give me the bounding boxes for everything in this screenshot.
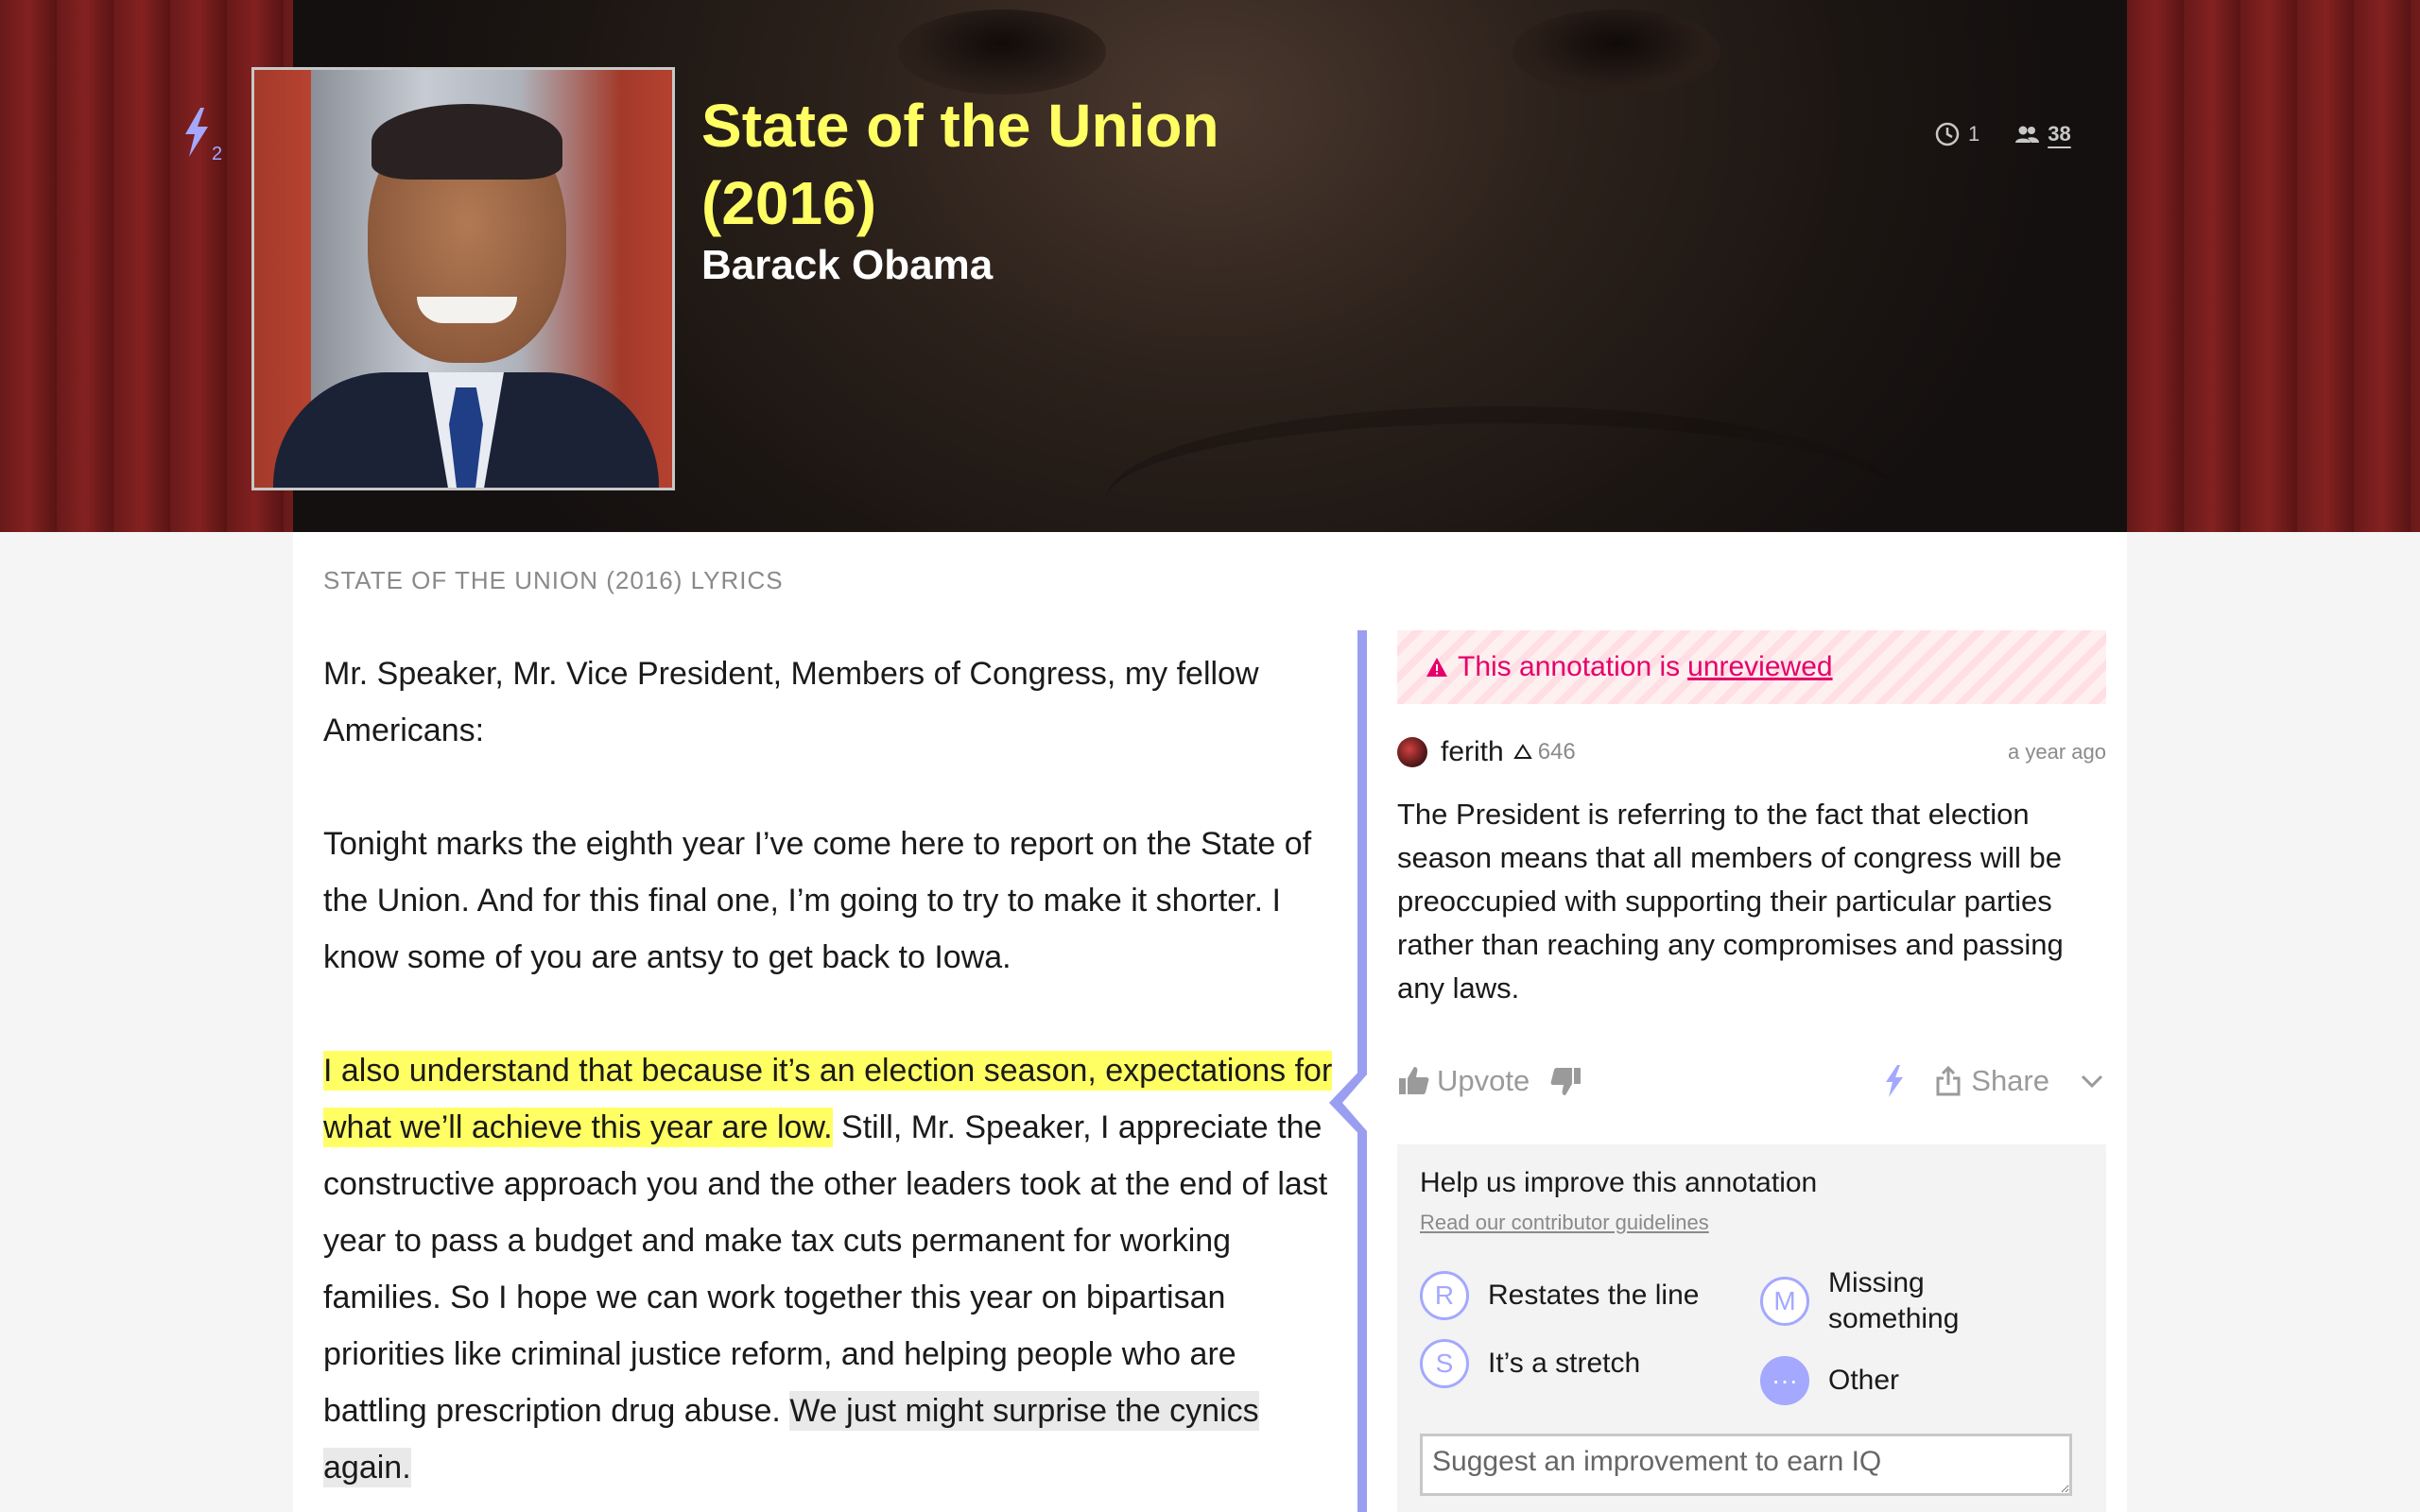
annotation-author-row: ferith 646 a year ago [1397, 725, 2106, 780]
lyrics-paragraph: I also understand that because it’s an e… [323, 1042, 1344, 1496]
option-other[interactable]: ··· Other [1760, 1356, 1899, 1405]
improve-options: R Restates the line S It’s a stretch M M… [1420, 1265, 2083, 1407]
chevron-down-icon[interactable] [2078, 1067, 2106, 1095]
improve-title: Help us improve this annotation [1420, 1167, 1818, 1198]
improve-annotation-box: Help us improve this annotation Read our… [1397, 1144, 2106, 1512]
option-label: Other [1828, 1365, 1900, 1396]
upvote-label: Upvote [1437, 1064, 1530, 1097]
artist-name[interactable]: Barack Obama [701, 242, 993, 289]
unreviewed-banner: This annotation is unreviewed [1397, 630, 2106, 704]
unreviewed-text: This annotation is [1458, 651, 1681, 682]
option-restates-line[interactable]: R Restates the line [1420, 1271, 1699, 1320]
lyrics-body: Mr. Speaker, Mr. Vice President, Members… [323, 645, 1344, 1512]
lyrics-paragraph: Mr. Speaker, Mr. Vice President, Members… [323, 656, 1259, 748]
author-iq: 646 [1512, 739, 1576, 765]
author-name[interactable]: ferith [1441, 736, 1504, 768]
header-curtain-left [0, 0, 293, 532]
option-letter-m: M [1760, 1277, 1809, 1326]
author-iq-value: 646 [1537, 739, 1576, 765]
option-letter-r: R [1420, 1271, 1469, 1320]
lyric-text: Still, Mr. Speaker, I appreciate the con… [323, 1109, 1328, 1429]
contributors-icon [2015, 126, 2040, 143]
header-stats: 1 38 [1934, 121, 2105, 147]
thumbs-down-icon[interactable] [1548, 1064, 1582, 1098]
option-missing-something[interactable]: M Missing something [1760, 1265, 1979, 1337]
contributor-guidelines-link[interactable]: Read our contributor guidelines [1420, 1211, 2083, 1235]
contributors-count: 38 [2048, 122, 2071, 146]
annotation-timestamp[interactable]: a year ago [2008, 740, 2106, 765]
option-label: Missing something [1828, 1267, 1960, 1334]
lyrics-paragraph: Tonight marks the eighth year I’ve come … [323, 826, 1312, 975]
history-stat[interactable]: 1 [1934, 121, 1979, 147]
share-label: Share [1971, 1064, 2049, 1097]
annotation-pointer [1329, 1063, 1367, 1143]
more-icon: ··· [1760, 1356, 1809, 1405]
song-title: State of the Union (2016) [701, 92, 1219, 237]
annotation-body: The President is referring to the fact t… [1397, 798, 2064, 1005]
option-label: It’s a stretch [1488, 1348, 1641, 1379]
lyrics-label: STATE OF THE UNION (2016) LYRICS [323, 566, 784, 594]
unreviewed-link[interactable]: unreviewed [1687, 651, 1832, 683]
song-content: STATE OF THE UNION (2016) LYRICS Mr. Spe… [293, 532, 2127, 1512]
option-label: Restates the line [1488, 1280, 1700, 1311]
suggestion-input[interactable] [1420, 1434, 2072, 1496]
upvote-button[interactable]: Upvote [1397, 1064, 1530, 1098]
option-stretch[interactable]: S It’s a stretch [1420, 1339, 1640, 1388]
thumbs-up-icon [1399, 1067, 1429, 1094]
history-count: 1 [1968, 122, 1980, 146]
header-curtain-right [2127, 0, 2420, 532]
clock-icon [1935, 122, 1960, 146]
iq-bolt-icon[interactable] [180, 106, 236, 172]
share-icon [1936, 1066, 1961, 1096]
avatar[interactable] [1397, 737, 1427, 767]
iq-subscript: 2 [212, 144, 223, 164]
annotation-actions: Upvote Share [1397, 1056, 2106, 1107]
iq-bolt-icon[interactable] [1882, 1064, 1907, 1098]
iq-triangle-icon [1512, 744, 1532, 759]
option-letter-s: S [1420, 1339, 1469, 1388]
warning-icon [1426, 658, 1447, 677]
annotation-panel: This annotation is unreviewed ferith 646… [1397, 630, 2106, 1512]
contributors-stat[interactable]: 38 [2014, 121, 2071, 147]
artist-portrait[interactable] [251, 67, 675, 490]
song-header: 2 State of the Union (2016) Barack Obama… [0, 0, 2420, 532]
annotation-actions-right: Share [1882, 1064, 2106, 1098]
share-button[interactable]: Share [1935, 1064, 2049, 1098]
